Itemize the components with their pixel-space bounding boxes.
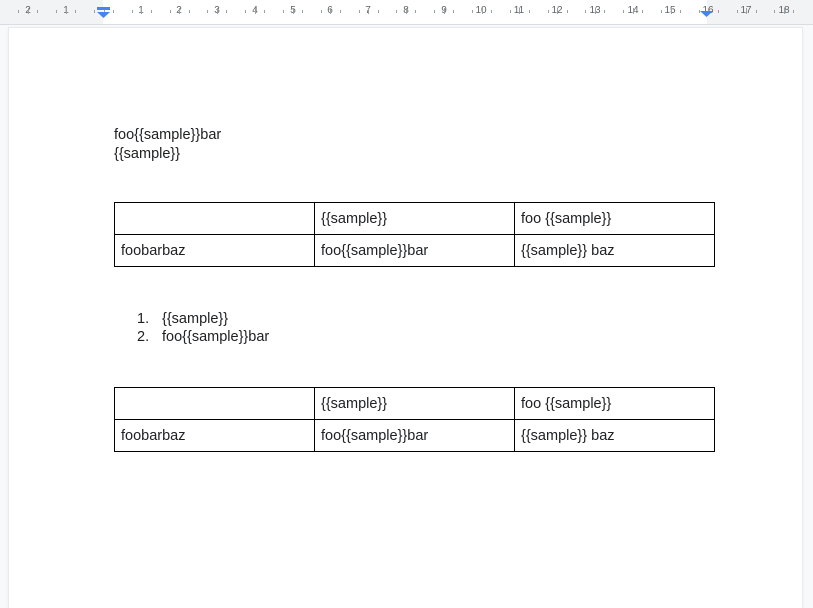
list-text[interactable]: {{sample}} — [162, 310, 228, 328]
ruler-right-margin — [707, 0, 813, 24]
ruler-tick — [65, 8, 67, 14]
ruler-tick — [330, 8, 332, 14]
table-2[interactable]: {{sample}} foo {{sample}} foobarbaz foo{… — [114, 387, 715, 452]
ruler-tick — [632, 8, 634, 14]
ruler-tick — [594, 8, 596, 14]
ruler-tick — [292, 8, 294, 14]
ruler-tick — [557, 8, 559, 14]
paragraph-line[interactable]: {{sample}} — [114, 145, 180, 163]
ruler-tick — [405, 8, 407, 14]
ruler-tick — [679, 10, 681, 13]
table-cell[interactable] — [114, 202, 315, 235]
ruler-tick — [746, 8, 748, 14]
ruler-tick — [320, 10, 322, 13]
ruler-tick — [396, 10, 398, 13]
ruler-tick — [94, 10, 95, 13]
ruler-tick — [254, 8, 256, 14]
ruler-tick — [27, 8, 29, 14]
ruler-tick — [112, 10, 114, 13]
horizontal-ruler[interactable]: 2 1 1 2 3 4 5 6 7 8 9 10 11 12 13 14 15 … — [0, 0, 813, 25]
table-cell[interactable]: {{sample}} — [314, 202, 515, 235]
ruler-tick — [226, 10, 228, 13]
ruler-tick — [169, 10, 171, 13]
ruler-tick — [207, 10, 209, 13]
ruler-tick — [283, 10, 284, 13]
table-cell[interactable]: {{sample}} — [314, 387, 515, 420]
ruler-tick — [547, 10, 549, 13]
ruler-tick — [56, 10, 58, 13]
list-number: 2. — [137, 329, 150, 345]
ruler-tick — [623, 10, 625, 13]
ruler-tick — [75, 10, 77, 13]
ruler-tick — [264, 10, 266, 13]
table-row: foobarbaz foo{{sample}}bar {{sample}} ba… — [114, 234, 715, 267]
ruler-tick — [793, 10, 795, 13]
table-row: {{sample}} foo {{sample}} — [114, 387, 715, 420]
ruler-tick — [188, 10, 190, 13]
ruler-tick — [642, 10, 644, 13]
ruler-tick — [301, 10, 303, 13]
ruler-tick — [216, 8, 218, 14]
ruler-tick — [519, 8, 521, 14]
right-indent-marker-icon[interactable] — [700, 7, 713, 18]
table-cell[interactable]: foobarbaz — [114, 234, 315, 267]
ruler-tick — [368, 8, 370, 14]
table-row: {{sample}} foo {{sample}} — [114, 202, 715, 235]
ruler-tick — [783, 8, 785, 14]
ruler-tick — [245, 10, 247, 13]
table-row: foobarbaz foo{{sample}}bar {{sample}} ba… — [114, 419, 715, 452]
ruler-tick — [528, 10, 530, 13]
ruler-tick — [736, 10, 738, 13]
ruler-tick — [37, 10, 39, 13]
ruler-tick — [179, 8, 181, 14]
ruler-tick — [131, 10, 133, 13]
ruler-tick — [415, 10, 417, 13]
ruler-tick — [604, 10, 606, 13]
ruler-tick — [661, 10, 662, 13]
ruler-tick — [377, 10, 379, 13]
ruler-tick — [453, 10, 455, 13]
paragraph-line[interactable]: foo{{sample}}bar — [114, 126, 221, 144]
table-cell[interactable]: foobarbaz — [114, 419, 315, 452]
ruler-tick — [443, 8, 445, 14]
table-cell[interactable] — [114, 387, 315, 420]
table-cell[interactable]: {{sample}} baz — [514, 419, 715, 452]
document-page[interactable]: foo{{sample}}bar {{sample}} {{sample}} f… — [9, 28, 802, 608]
ruler-tick — [358, 10, 360, 13]
ruler-left-margin — [0, 0, 103, 24]
list-text[interactable]: foo{{sample}}bar — [162, 328, 269, 346]
ruler-tick — [509, 10, 511, 13]
ruler-tick — [566, 10, 568, 13]
table-cell[interactable]: foo{{sample}}bar — [314, 419, 515, 452]
left-indent-marker-icon[interactable] — [97, 7, 110, 18]
ruler-tick — [670, 8, 672, 14]
ruler-tick — [585, 10, 587, 13]
list-number: 1. — [137, 311, 150, 327]
table-cell[interactable]: foo {{sample}} — [514, 387, 715, 420]
table-cell[interactable]: foo{{sample}}bar — [314, 234, 515, 267]
ruler-tick — [141, 8, 143, 14]
ruler-tick — [490, 10, 492, 13]
ruler-tick — [339, 10, 341, 13]
ruler-tick — [481, 8, 483, 14]
ruler-tick — [18, 10, 20, 13]
ruler-tick — [774, 10, 776, 13]
ruler-tick — [434, 10, 436, 13]
ruler-tick — [472, 10, 473, 13]
table-1[interactable]: {{sample}} foo {{sample}} foobarbaz foo{… — [114, 202, 715, 267]
table-cell[interactable]: foo {{sample}} — [514, 202, 715, 235]
table-cell[interactable]: {{sample}} baz — [514, 234, 715, 267]
ruler-tick — [150, 10, 152, 13]
ruler-tick — [755, 10, 757, 13]
ruler-tick — [717, 10, 719, 13]
